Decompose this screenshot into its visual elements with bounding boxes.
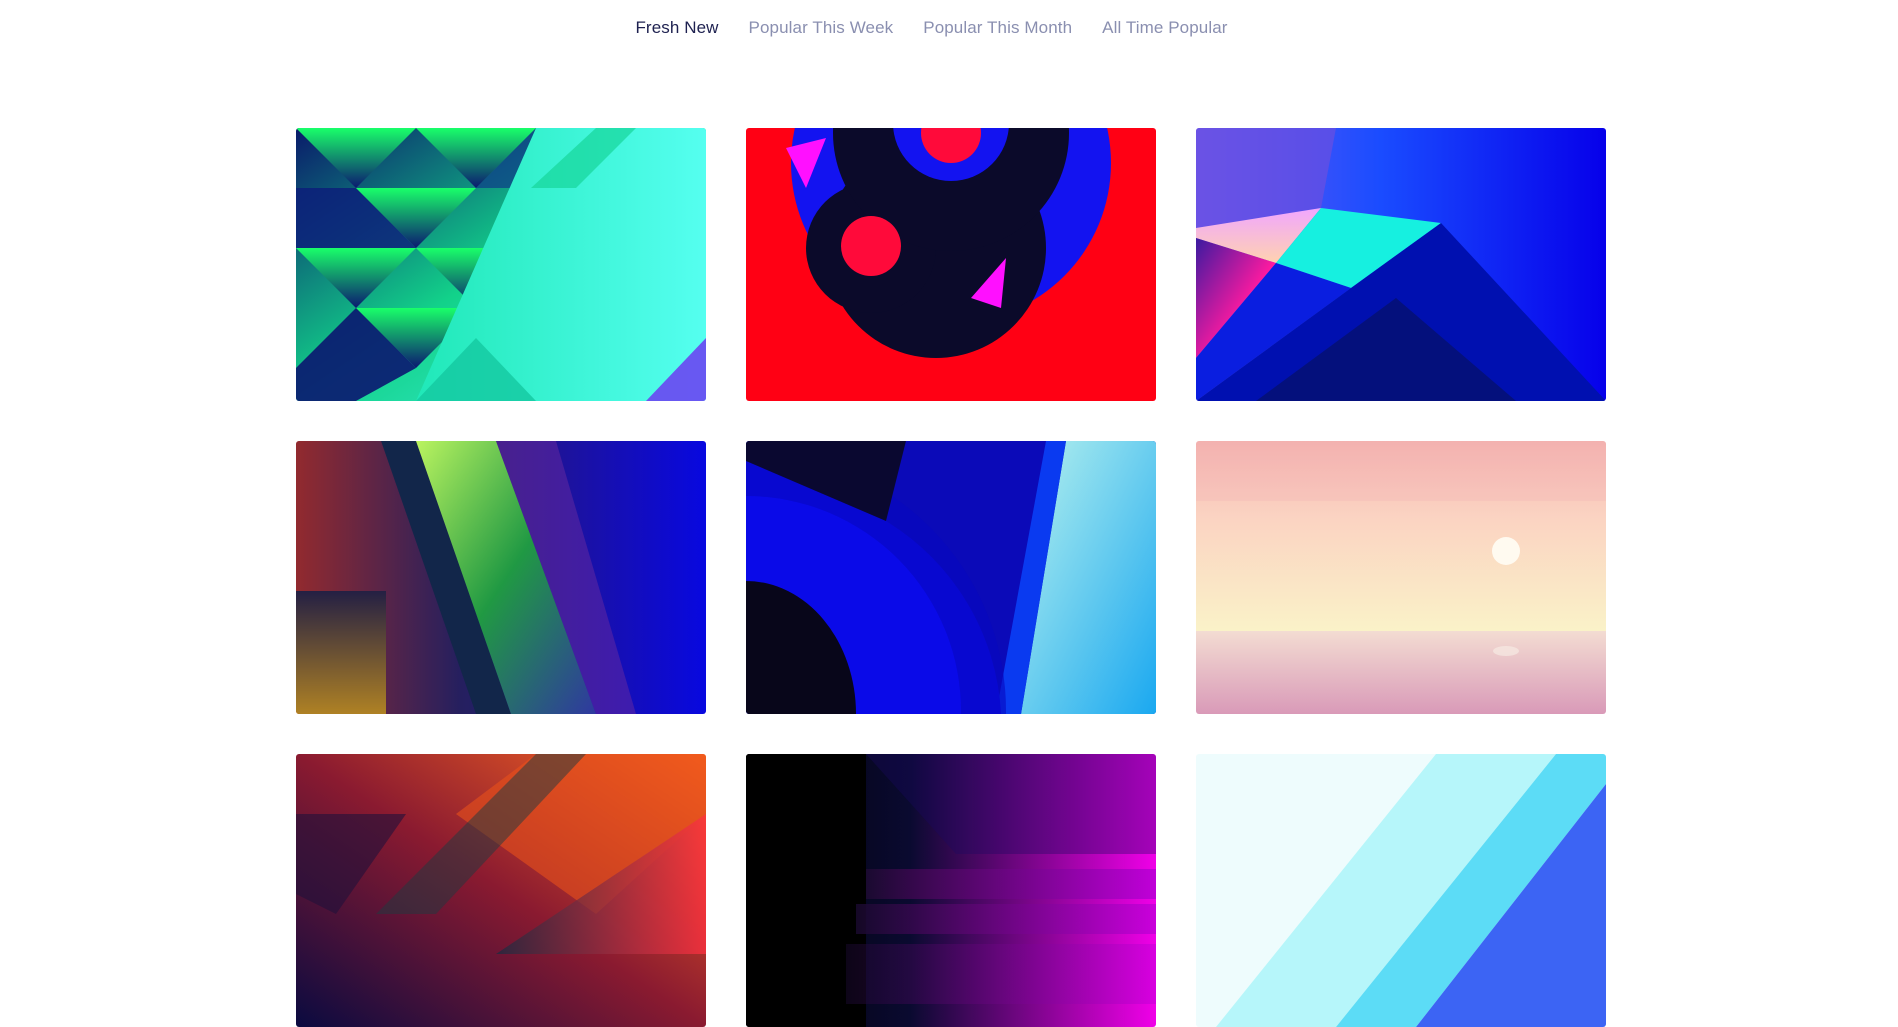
sort-tabs: Fresh New Popular This Week Popular This…	[0, 18, 1898, 38]
tab-fresh-new[interactable]: Fresh New	[635, 18, 718, 38]
wallpaper-thumbnail-warm-diagonal	[296, 441, 706, 714]
wallpaper-card[interactable]	[296, 441, 706, 714]
tab-all-time-popular[interactable]: All Time Popular	[1102, 18, 1227, 38]
wallpaper-thumbnail-magenta-stripes	[746, 754, 1156, 1027]
wallpaper-thumbnail-cyan-stripes	[1196, 754, 1606, 1027]
wallpaper-thumbnail-sunset-diagonal	[296, 754, 706, 1027]
wallpaper-thumbnail-teal-diamonds	[296, 128, 706, 401]
wallpaper-card[interactable]	[296, 754, 706, 1027]
wallpaper-card[interactable]	[1196, 128, 1606, 401]
wallpaper-card[interactable]	[746, 754, 1156, 1027]
wallpaper-thumbnail-blue-arcs	[746, 441, 1156, 714]
tab-popular-this-week[interactable]: Popular This Week	[749, 18, 894, 38]
wallpaper-card[interactable]	[746, 441, 1156, 714]
tab-popular-this-month[interactable]: Popular This Month	[923, 18, 1072, 38]
wallpaper-card[interactable]	[1196, 754, 1606, 1027]
wallpaper-thumbnail-pastel-sunset	[1196, 441, 1606, 714]
wallpaper-card[interactable]	[1196, 441, 1606, 714]
wallpaper-thumbnail-red-circles	[746, 128, 1156, 401]
wallpaper-grid	[296, 128, 1606, 1027]
wallpaper-card[interactable]	[746, 128, 1156, 401]
wallpaper-card[interactable]	[296, 128, 706, 401]
wallpaper-thumbnail-blue-prism	[1196, 128, 1606, 401]
